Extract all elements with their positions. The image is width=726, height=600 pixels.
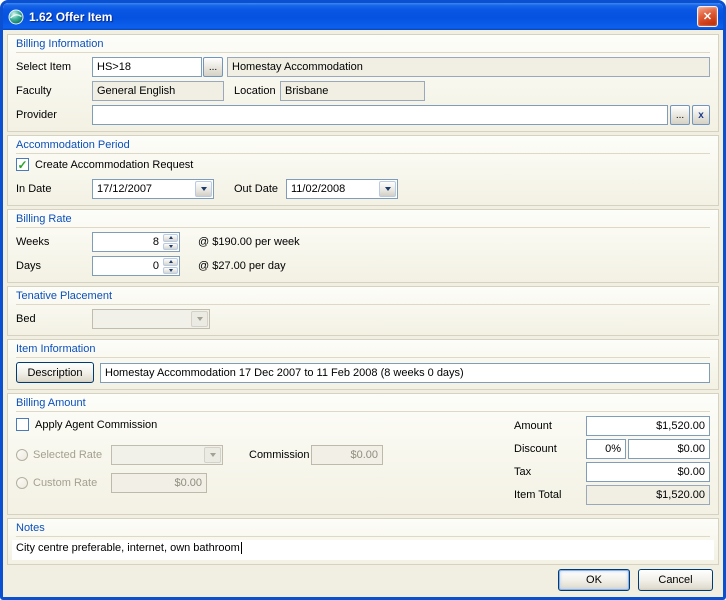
selected-rate-value [112, 446, 203, 464]
days-rate-text: @ $27.00 per day [198, 260, 286, 272]
tenative-placement-section: Tenative Placement Bed [7, 286, 719, 336]
window-icon [8, 9, 24, 25]
in-date-label: In Date [16, 183, 92, 195]
provider-input[interactable] [92, 105, 668, 125]
item-information-section: Item Information Description [7, 339, 719, 390]
faculty-label: Faculty [16, 85, 92, 97]
out-date-value: 11/02/2008 [287, 180, 378, 198]
location-label: Location [234, 85, 280, 97]
commission-input [311, 445, 383, 465]
notes-textarea[interactable]: City centre preferable, internet, own ba… [12, 540, 714, 560]
billing-rate-header: Billing Rate [16, 211, 710, 228]
provider-clear-button[interactable]: x [692, 105, 710, 125]
discount-amount-input[interactable] [628, 439, 710, 459]
ellipsis-icon: ... [676, 110, 684, 121]
bed-combo [92, 309, 210, 329]
selected-rate-combo [111, 445, 223, 465]
chevron-down-icon [191, 311, 208, 327]
provider-browse-button[interactable]: ... [670, 105, 690, 125]
weeks-spinner[interactable] [92, 232, 180, 252]
weeks-rate-text: @ $190.00 per week [198, 236, 300, 248]
item-information-header: Item Information [16, 341, 710, 358]
window-title: 1.62 Offer Item [29, 10, 692, 24]
discount-percent-input[interactable] [586, 439, 626, 459]
weeks-label: Weeks [16, 236, 92, 248]
days-label: Days [16, 260, 92, 272]
tenative-placement-header: Tenative Placement [16, 288, 710, 305]
checkmark-icon: ✓ [17, 159, 27, 171]
close-icon: ✕ [703, 10, 712, 23]
spinner-down-icon[interactable] [163, 267, 178, 275]
notes-header: Notes [16, 520, 710, 537]
close-button[interactable]: ✕ [697, 6, 718, 27]
discount-label: Discount [514, 443, 586, 455]
titlebar[interactable]: 1.62 Offer Item ✕ [3, 3, 723, 30]
in-date-combo[interactable]: 17/12/2007 [92, 179, 214, 199]
totals-block: Amount Discount Tax Item Total $1, [514, 416, 710, 508]
out-date-label: Out Date [234, 183, 286, 195]
apply-agent-commission-checkbox[interactable] [16, 418, 29, 431]
cancel-button[interactable]: Cancel [638, 569, 713, 591]
days-spinner[interactable] [92, 256, 180, 276]
commission-label: Commission [249, 449, 311, 461]
billing-amount-header: Billing Amount [16, 395, 710, 412]
chevron-down-icon[interactable] [195, 181, 212, 197]
custom-rate-label: Custom Rate [33, 477, 111, 489]
spinner-down-icon[interactable] [163, 243, 178, 251]
select-item-input[interactable] [92, 57, 202, 77]
location-field: Brisbane [280, 81, 425, 101]
tax-label: Tax [514, 466, 586, 478]
out-date-combo[interactable]: 11/02/2008 [286, 179, 398, 199]
faculty-field: General English [92, 81, 224, 101]
spinner-up-icon[interactable] [163, 258, 178, 266]
commission-block: Apply Agent Commission Selected Rate Com… [16, 416, 514, 493]
ok-button[interactable]: OK [558, 569, 630, 591]
billing-rate-section: Billing Rate Weeks @ $190.00 per week Da… [7, 209, 719, 283]
accommodation-period-section: Accommodation Period ✓ Create Accommodat… [7, 135, 719, 206]
create-accommodation-request-label: Create Accommodation Request [35, 159, 193, 171]
offer-item-dialog: 1.62 Offer Item ✕ Billing Information Se… [0, 0, 726, 600]
item-name-field: Homestay Accommodation [227, 57, 710, 77]
in-date-value: 17/12/2007 [93, 180, 194, 198]
selected-rate-radio [16, 449, 28, 461]
chevron-down-icon[interactable] [379, 181, 396, 197]
bed-label: Bed [16, 313, 92, 325]
spinner-up-icon[interactable] [163, 234, 178, 242]
billing-amount-section: Billing Amount Apply Agent Commission Se… [7, 393, 719, 515]
create-accommodation-request-checkbox[interactable]: ✓ [16, 158, 29, 171]
item-total-field: $1,520.00 [586, 485, 710, 505]
billing-information-header: Billing Information [16, 36, 710, 53]
custom-rate-input [111, 473, 207, 493]
description-input[interactable] [100, 363, 710, 383]
weeks-input[interactable] [93, 233, 162, 251]
billing-information-section: Billing Information Select Item ... Home… [7, 34, 719, 132]
dialog-body: Billing Information Select Item ... Home… [3, 30, 723, 597]
notes-section: Notes City centre preferable, internet, … [7, 518, 719, 565]
apply-agent-commission-label: Apply Agent Commission [35, 419, 157, 431]
days-input[interactable] [93, 257, 162, 275]
provider-label: Provider [16, 109, 92, 121]
selected-rate-label: Selected Rate [33, 449, 111, 461]
bed-value [93, 310, 190, 328]
item-total-label: Item Total [514, 489, 586, 501]
amount-label: Amount [514, 420, 586, 432]
select-item-label: Select Item [16, 61, 92, 73]
amount-input[interactable] [586, 416, 710, 436]
accommodation-period-header: Accommodation Period [16, 137, 710, 154]
select-item-browse-button[interactable]: ... [203, 57, 223, 77]
ellipsis-icon: ... [209, 62, 217, 73]
clear-x-icon: x [698, 110, 704, 121]
text-caret [241, 542, 242, 554]
description-button[interactable]: Description [16, 362, 94, 383]
dialog-footer: OK Cancel [7, 568, 719, 594]
custom-rate-radio [16, 477, 28, 489]
tax-input[interactable] [586, 462, 710, 482]
notes-text: City centre preferable, internet, own ba… [16, 542, 240, 554]
chevron-down-icon [204, 447, 221, 463]
